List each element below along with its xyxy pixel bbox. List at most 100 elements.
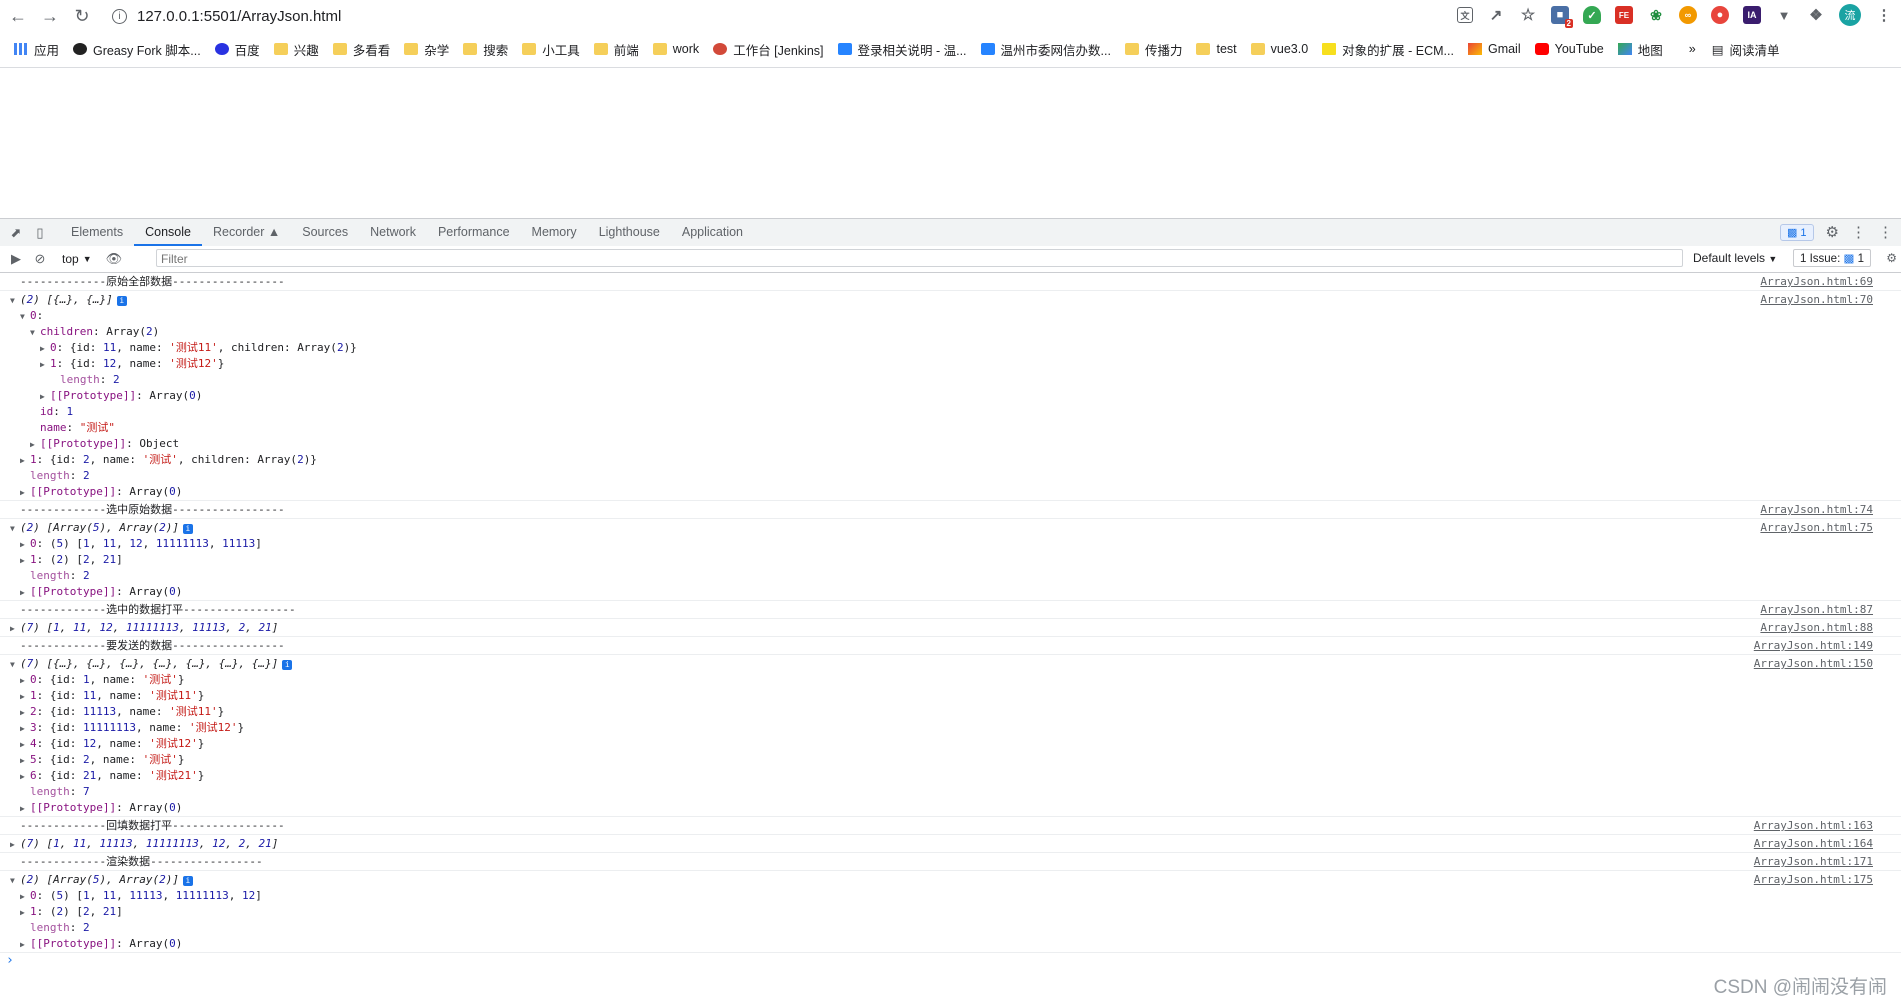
- tab-console[interactable]: Console: [134, 219, 202, 246]
- share-icon[interactable]: ↗: [1487, 6, 1505, 24]
- log-levels-dropdown[interactable]: Default levels ▼: [1693, 251, 1777, 265]
- forward-arrow-icon[interactable]: →: [36, 2, 64, 30]
- console-line[interactable]: ▶ 3: {id: 11111113, name: '测试12'}: [0, 720, 1901, 736]
- bookmark-item[interactable]: 工作台 [Jenkins]: [713, 40, 824, 59]
- console-line[interactable]: ▶ (7) [1, 11, 11113, 11111113, 12, 2, 21]…: [0, 836, 1901, 852]
- bookmarks-overflow-button[interactable]: »: [1689, 42, 1696, 56]
- bookmark-item[interactable]: work: [652, 42, 699, 56]
- bookmark-item[interactable]: 温州市委网信办数...: [980, 40, 1111, 59]
- source-link[interactable]: ArrayJson.html:171: [1754, 854, 1873, 870]
- source-link[interactable]: ArrayJson.html:163: [1754, 818, 1873, 834]
- console-line[interactable]: ▶ 1: (2) [2, 21]: [0, 552, 1901, 568]
- bookmark-item[interactable]: 传播力: [1124, 40, 1182, 59]
- bookmark-item[interactable]: 对象的扩展 - ECM...: [1322, 40, 1454, 59]
- bookmark-item[interactable]: 前端: [593, 40, 639, 59]
- console-line[interactable]: ▶ [[Prototype]]: Array(0): [0, 584, 1901, 600]
- console-line[interactable]: ▶ 0: {id: 1, name: '测试'}: [0, 672, 1901, 688]
- console-line[interactable]: ▼ (2) [Array(5), Array(2)] i ArrayJson.html…: [0, 872, 1901, 888]
- bookmark-item[interactable]: 搜索: [463, 40, 508, 59]
- kebab-menu-icon[interactable]: ⋮: [1875, 6, 1893, 24]
- ia-icon[interactable]: IA: [1743, 6, 1761, 24]
- console-line[interactable]: ▶ (7) [1, 11, 12, 11111113, 11113, 2, 21]…: [0, 620, 1901, 636]
- site-info-icon[interactable]: i: [112, 8, 127, 24]
- bookmark-star-icon[interactable]: ☆: [1519, 6, 1537, 24]
- sidebar-toggle-icon[interactable]: ▶: [8, 251, 24, 267]
- translate-icon[interactable]: 文: [1457, 7, 1473, 23]
- tab-lighthouse[interactable]: Lighthouse: [588, 219, 671, 246]
- bookmark-item[interactable]: test: [1196, 42, 1237, 56]
- device-toolbar-icon[interactable]: ▯: [32, 225, 48, 241]
- console-line[interactable]: ▶ 1: (2) [2, 21]: [0, 904, 1901, 920]
- source-link[interactable]: ArrayJson.html:75: [1760, 520, 1873, 536]
- console-line[interactable]: ▶ 0: {id: 11, name: '测试11', children: Arr…: [0, 340, 1901, 356]
- messages-badge[interactable]: ▩ 1: [1779, 223, 1814, 241]
- source-link[interactable]: ArrayJson.html:74: [1760, 502, 1873, 518]
- url-text[interactable]: 127.0.0.1:5501/ArrayJson.html: [137, 8, 341, 25]
- bookmark-item[interactable]: Greasy Fork 脚本...: [73, 40, 201, 59]
- tab-sources[interactable]: Sources: [291, 219, 359, 246]
- reload-icon[interactable]: ↻: [68, 2, 96, 30]
- console-line[interactable]: ▶ 5: {id: 2, name: '测试'}: [0, 752, 1901, 768]
- live-expression-eye-icon[interactable]: 👁: [106, 251, 123, 267]
- console-line[interactable]: ▶ 0: (5) [1, 11, 11113, 11111113, 12]: [0, 888, 1901, 904]
- devtools-menu-icon[interactable]: ⋮: [1851, 223, 1866, 241]
- clear-console-icon[interactable]: ⊘: [32, 251, 48, 267]
- back-arrow-icon[interactable]: ←: [4, 2, 32, 30]
- tab-network[interactable]: Network: [359, 219, 427, 246]
- profile-avatar[interactable]: 流: [1839, 4, 1861, 26]
- console-line[interactable]: ▶ 1: {id: 12, name: '测试12'}: [0, 356, 1901, 372]
- console-line[interactable]: ▶ 4: {id: 12, name: '测试12'}: [0, 736, 1901, 752]
- console-line[interactable]: ▶ [[Prototype]]: Array(0): [0, 388, 1901, 404]
- extension-puzzle-badge-icon[interactable]: ■ 2: [1551, 6, 1573, 28]
- console-line[interactable]: ▼ (2) [{…}, {…}] i ArrayJson.html:70: [0, 292, 1901, 308]
- address-bar[interactable]: i 127.0.0.1:5501/ArrayJson.html: [112, 8, 341, 25]
- tab-application[interactable]: Application: [671, 219, 754, 246]
- source-link[interactable]: ArrayJson.html:70: [1760, 292, 1873, 308]
- bookmark-item[interactable]: vue3.0: [1250, 42, 1308, 56]
- console-line[interactable]: ▼ (7) [{…}, {…}, {…}, {…}, {…}, {…}, {…}]…: [0, 656, 1901, 672]
- console-line[interactable]: ▶ [[Prototype]]: Array(0): [0, 484, 1901, 500]
- source-link[interactable]: ArrayJson.html:87: [1760, 602, 1873, 618]
- console-settings-gear-icon[interactable]: ⚙: [1886, 251, 1897, 265]
- console-line[interactable]: ▶ 1: {id: 11, name: '测试11'}: [0, 688, 1901, 704]
- console-line[interactable]: ▶ [[Prototype]]: Object: [0, 436, 1901, 452]
- source-link[interactable]: ArrayJson.html:164: [1754, 836, 1873, 852]
- fe-helper-icon[interactable]: FE: [1615, 6, 1633, 24]
- console-line[interactable]: ▶ 6: {id: 21, name: '测试21'}: [0, 768, 1901, 784]
- settings-gear-icon[interactable]: ⚙: [1826, 223, 1839, 241]
- infinity-icon[interactable]: ∞: [1679, 6, 1697, 24]
- tab-performance[interactable]: Performance: [427, 219, 521, 246]
- console-filter-input[interactable]: Filter: [156, 249, 1683, 267]
- console-line[interactable]: ▼ 0:: [0, 308, 1901, 324]
- bookmark-item[interactable]: 小工具: [522, 40, 580, 59]
- bookmark-item[interactable]: 百度: [214, 40, 260, 59]
- bookmark-item[interactable]: 登录相关说明 - 温...: [837, 40, 967, 59]
- leaf-icon[interactable]: ❀: [1647, 6, 1665, 24]
- console-line[interactable]: ▶ [[Prototype]]: Array(0): [0, 800, 1901, 816]
- bookmark-item[interactable]: 多看看: [332, 40, 390, 59]
- console-line[interactable]: ▶ 2: {id: 11113, name: '测试11'}: [0, 704, 1901, 720]
- bookmark-item[interactable]: 兴趣: [273, 40, 319, 59]
- console-line[interactable]: ▶ 0: (5) [1, 11, 12, 11111113, 11113]: [0, 536, 1901, 552]
- tab-recorder[interactable]: Recorder ▲: [202, 219, 291, 246]
- source-link[interactable]: ArrayJson.html:149: [1754, 638, 1873, 654]
- bookmark-item[interactable]: 应用: [14, 40, 59, 59]
- shield-icon[interactable]: ✓: [1583, 6, 1601, 24]
- tab-memory[interactable]: Memory: [521, 219, 588, 246]
- bookmark-item[interactable]: YouTube: [1534, 42, 1604, 56]
- console-prompt[interactable]: ›: [0, 953, 1901, 969]
- source-link[interactable]: ArrayJson.html:69: [1760, 274, 1873, 290]
- console-line[interactable]: ▼ children: Array(2): [0, 324, 1901, 340]
- bookmark-item[interactable]: 杂学: [404, 40, 449, 59]
- issues-button[interactable]: 1 Issue: ▩ 1: [1793, 249, 1871, 267]
- close-devtools-icon[interactable]: ⋮: [1878, 223, 1893, 241]
- bookmark-item[interactable]: 地图: [1617, 40, 1663, 59]
- bookmark-item[interactable]: Gmail: [1467, 42, 1521, 56]
- red-ext-icon[interactable]: ●: [1711, 6, 1729, 24]
- source-link[interactable]: ArrayJson.html:88: [1760, 620, 1873, 636]
- console-line[interactable]: ▶ [[Prototype]]: Array(0): [0, 936, 1901, 952]
- context-selector[interactable]: top ▼: [62, 252, 92, 266]
- tab-elements[interactable]: Elements: [60, 219, 134, 246]
- source-link[interactable]: ArrayJson.html:175: [1754, 872, 1873, 888]
- vue-devtools-icon[interactable]: ▼: [1775, 6, 1793, 24]
